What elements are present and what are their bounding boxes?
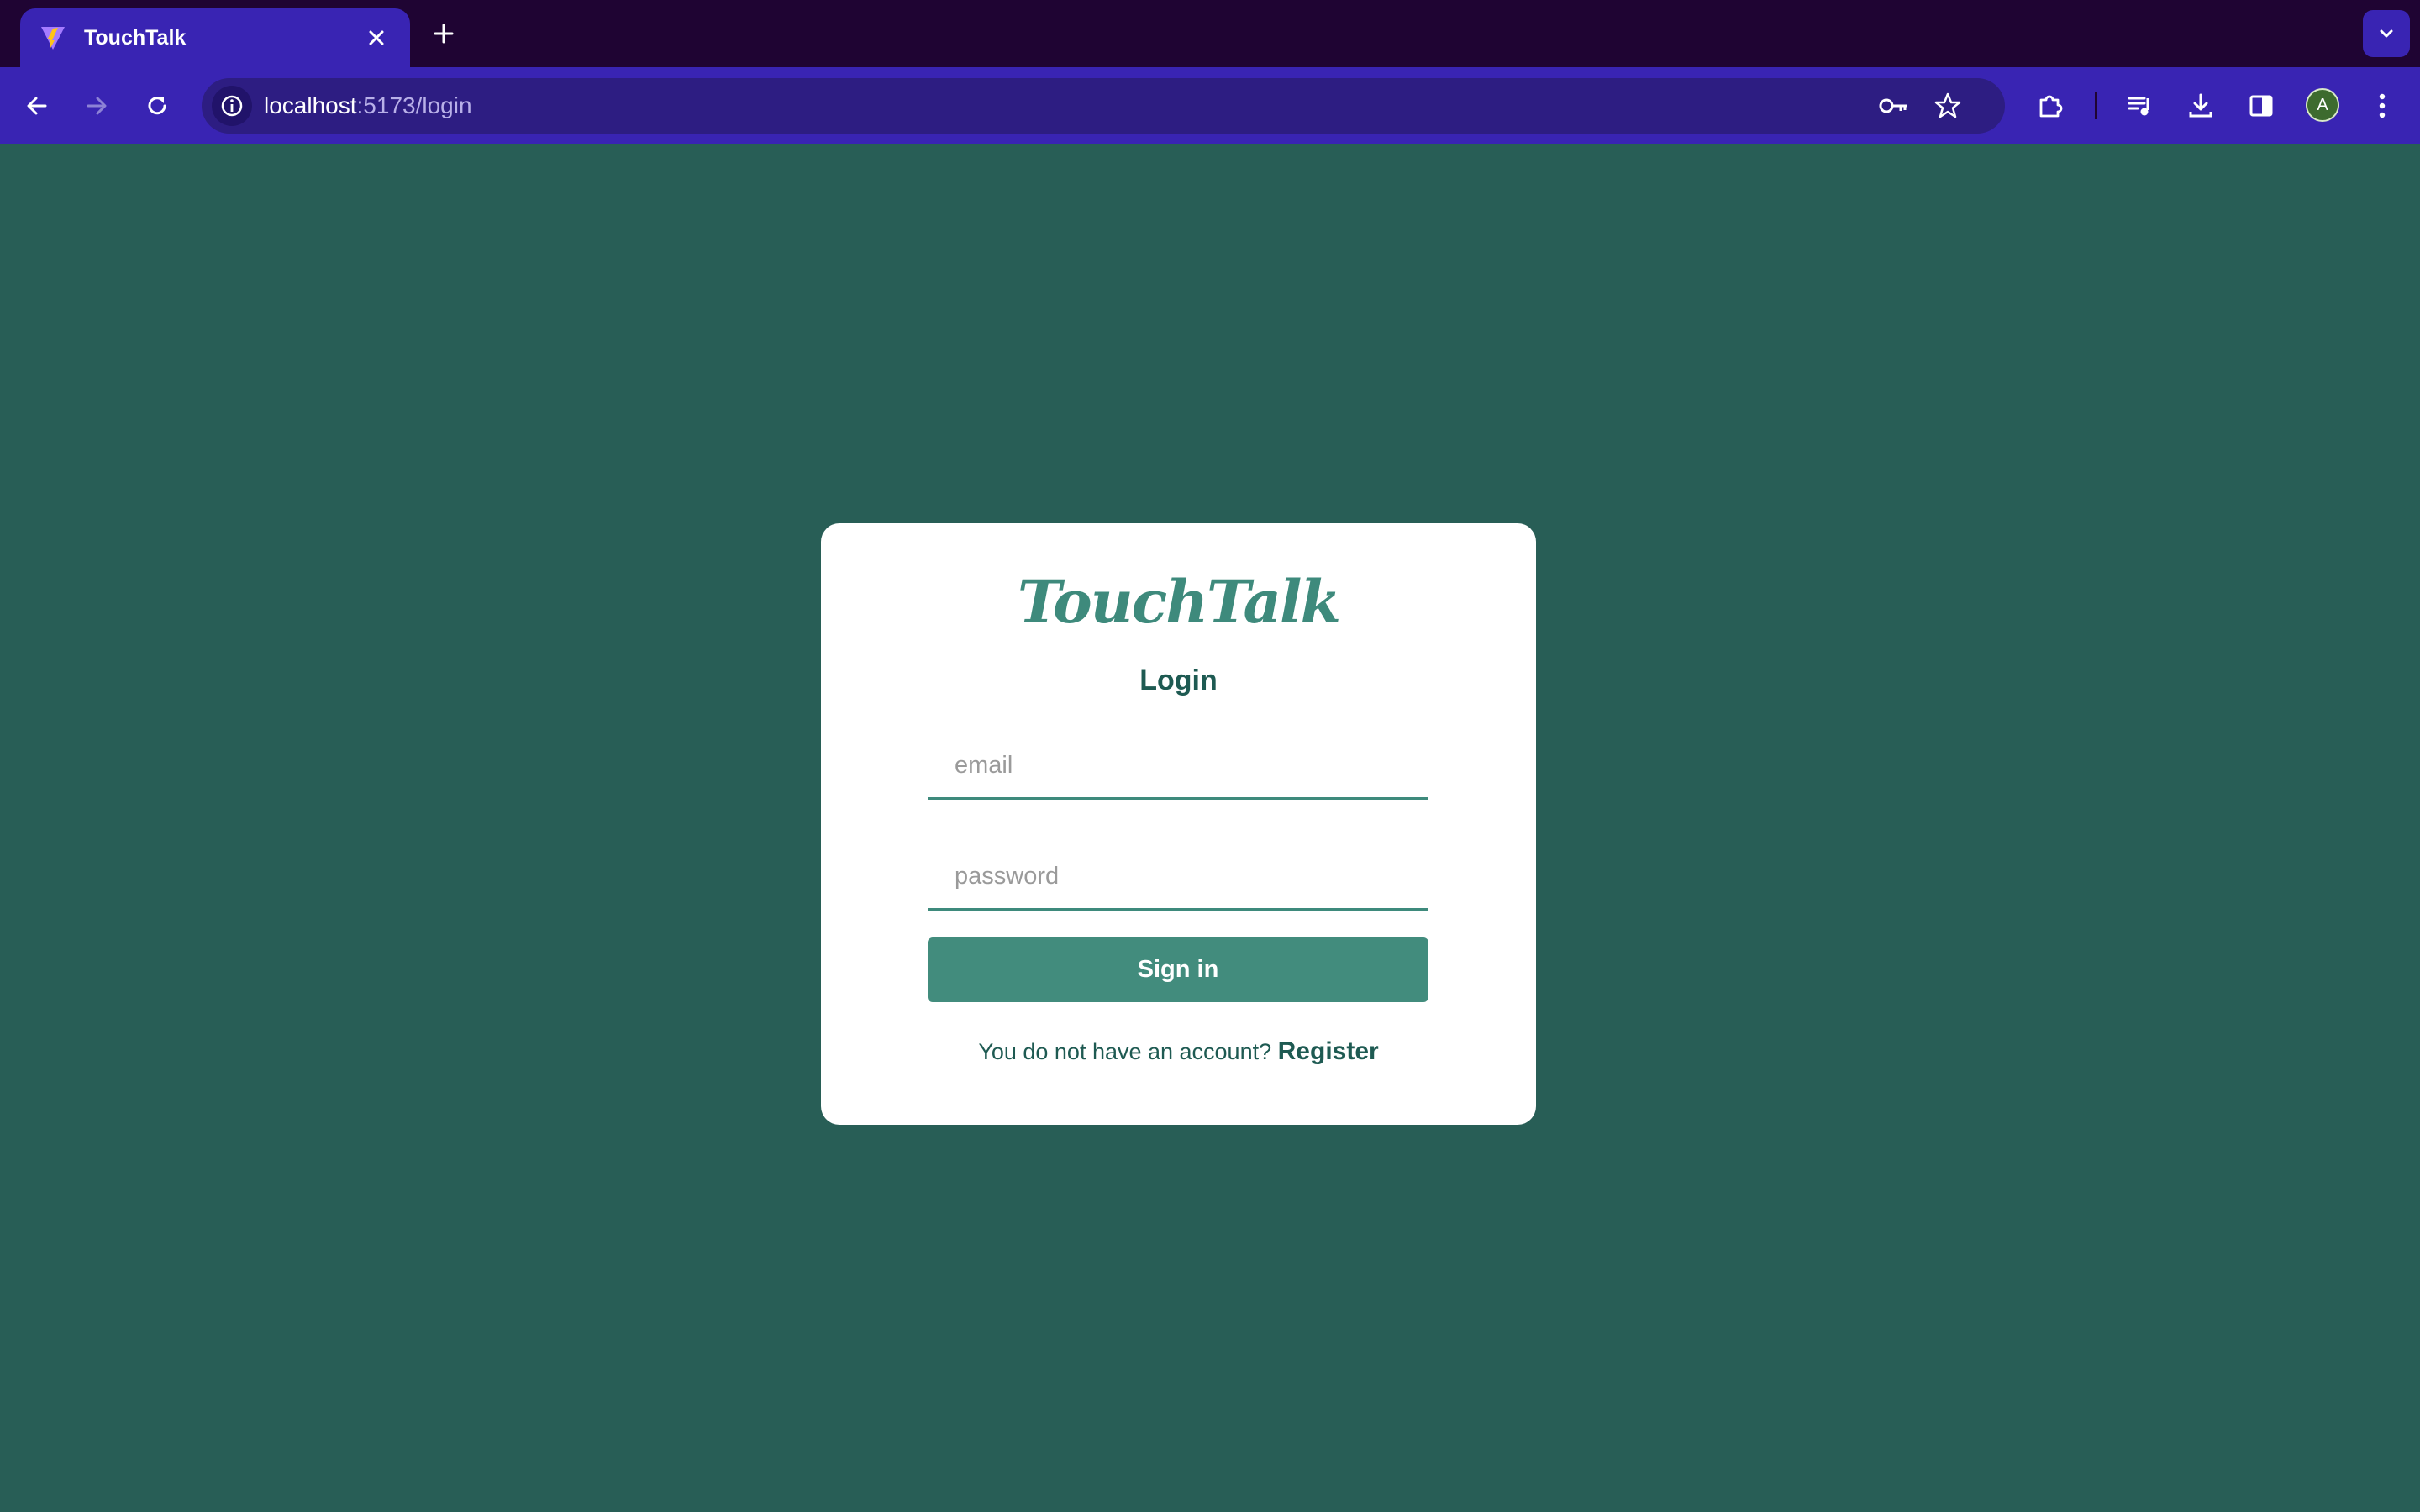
register-link[interactable]: Register (1278, 1037, 1379, 1065)
url-host: localhost (264, 92, 357, 118)
media-queue-icon[interactable] (2120, 86, 2160, 126)
password-field[interactable] (928, 845, 1428, 911)
app-logo: TouchTalk (1018, 567, 1341, 637)
vite-favicon-icon (39, 24, 67, 52)
key-icon[interactable] (1874, 86, 1914, 126)
url-path: :5173/login (356, 92, 472, 118)
browser-tab[interactable]: TouchTalk (20, 8, 410, 67)
forward-arrow-icon[interactable] (76, 86, 117, 126)
chevron-down-icon[interactable] (2363, 10, 2410, 57)
login-card: TouchTalk Login Sign in You do not have … (821, 523, 1536, 1125)
download-icon[interactable] (2181, 86, 2221, 126)
page-title: Login (1139, 664, 1218, 696)
url-text[interactable]: localhost:5173/login (264, 78, 472, 134)
email-field[interactable] (928, 734, 1428, 800)
tab-title: TouchTalk (84, 25, 187, 50)
tab-strip: TouchTalk (0, 0, 2420, 67)
register-prompt-line: You do not have an account? Register (821, 1037, 1536, 1066)
register-prompt: You do not have an account? (978, 1039, 1272, 1064)
star-icon[interactable] (1928, 86, 1968, 126)
puzzle-icon[interactable] (2030, 86, 2070, 126)
sign-in-button[interactable]: Sign in (928, 937, 1428, 1002)
kebab-menu-icon[interactable] (2362, 86, 2402, 126)
plus-icon[interactable] (427, 17, 460, 50)
toolbar-divider (2095, 92, 2097, 119)
close-icon[interactable] (361, 23, 392, 53)
side-panel-icon[interactable] (2241, 86, 2281, 126)
address-bar[interactable]: localhost:5173/login (202, 78, 2005, 134)
back-arrow-icon[interactable] (17, 86, 57, 126)
info-icon[interactable] (212, 86, 252, 126)
browser-toolbar: localhost:5173/login (0, 67, 2420, 144)
reload-icon[interactable] (137, 86, 177, 126)
profile-avatar[interactable]: A (2306, 88, 2339, 122)
